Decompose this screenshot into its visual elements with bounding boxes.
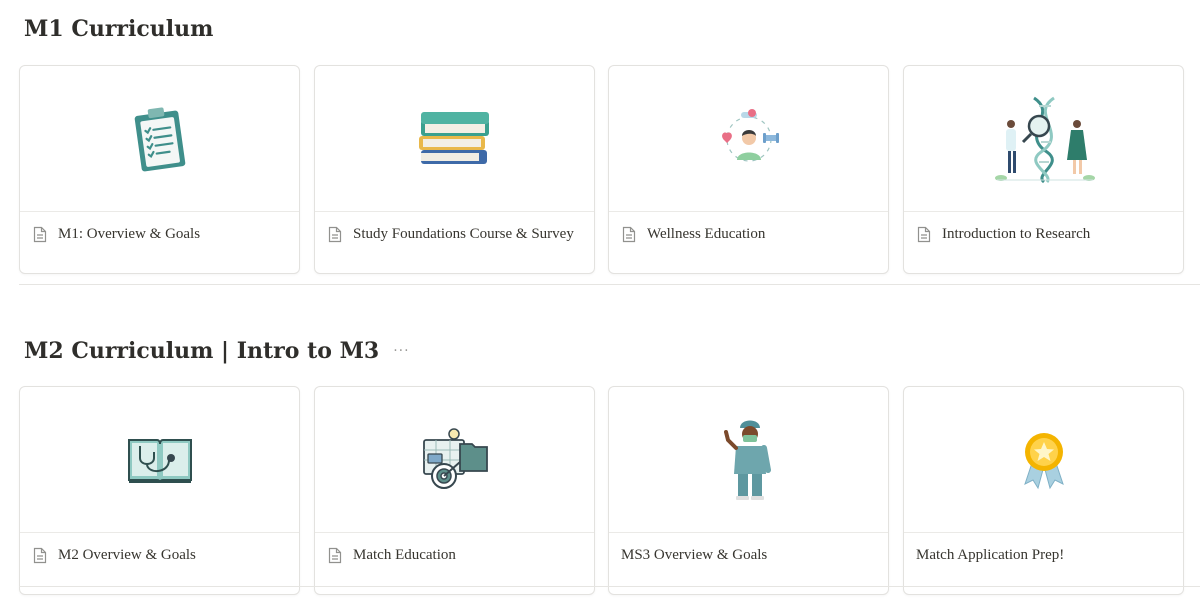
page-icon — [328, 226, 342, 243]
award-ribbon-icon — [1023, 432, 1064, 489]
page-icon — [917, 226, 931, 243]
card-cover — [904, 387, 1183, 533]
section-title-text: M1 Curriculum — [24, 16, 214, 42]
doctor-scrubs-icon — [723, 420, 771, 500]
section-title-m1[interactable]: M1 Curriculum — [24, 16, 213, 42]
open-book-stethoscope-icon — [127, 438, 192, 483]
card-wellness-education[interactable]: Wellness Education — [608, 65, 889, 274]
card-title: Introduction to Research — [942, 226, 1091, 242]
section-title-m2[interactable]: M2 Curriculum | Intro to M3 ··· — [24, 338, 410, 364]
card-cover — [20, 387, 299, 533]
section-divider — [19, 284, 1200, 285]
wellness-person-icon — [721, 108, 779, 162]
card-title: M2 Overview & Goals — [58, 547, 196, 563]
card-m1-overview[interactable]: M1: Overview & Goals — [19, 65, 300, 274]
card-caption: Introduction to Research — [904, 212, 1183, 246]
card-study-foundations[interactable]: Study Foundations Course & Survey — [314, 65, 595, 274]
card-caption: Study Foundations Course & Survey — [315, 212, 594, 246]
card-cover — [609, 387, 888, 533]
page-icon — [33, 226, 47, 243]
card-title: Study Foundations Course & Survey — [353, 226, 574, 242]
section-title-text: M2 Curriculum | Intro to M3 — [24, 338, 380, 364]
clipboard-checklist-icon — [134, 106, 185, 171]
card-title: MS3 Overview & Goals — [621, 547, 768, 563]
card-cover — [315, 387, 594, 533]
card-caption: M1: Overview & Goals — [20, 212, 299, 246]
card-title: M1: Overview & Goals — [58, 226, 201, 242]
card-cover — [20, 66, 299, 212]
dna-research-icon — [994, 96, 1095, 183]
card-title: Match Application Prep! — [916, 547, 1065, 563]
card-match-education[interactable]: Match Education — [314, 386, 595, 595]
card-cover — [315, 66, 594, 212]
page-icon — [33, 547, 47, 564]
card-caption: Match Application Prep! — [904, 533, 1183, 567]
card-caption: MS3 Overview & Goals — [609, 533, 888, 567]
card-intro-research[interactable]: Introduction to Research — [903, 65, 1184, 274]
more-options-button[interactable]: ··· — [393, 343, 409, 359]
card-match-application-prep[interactable]: Match Application Prep! — [903, 386, 1184, 595]
card-title: Wellness Education — [647, 226, 766, 242]
page-icon — [622, 226, 636, 243]
section-divider — [19, 586, 1200, 587]
card-caption: Match Education — [315, 533, 594, 567]
page-icon — [328, 547, 342, 564]
card-title: Match Education — [353, 547, 456, 563]
card-m2-overview[interactable]: M2 Overview & Goals — [19, 386, 300, 595]
book-stack-icon — [418, 111, 489, 164]
card-caption: Wellness Education — [609, 212, 888, 246]
target-planning-icon — [422, 427, 488, 489]
card-caption: M2 Overview & Goals — [20, 533, 299, 567]
card-cover — [904, 66, 1183, 212]
card-ms3-overview[interactable]: MS3 Overview & Goals — [608, 386, 889, 595]
card-cover — [609, 66, 888, 212]
